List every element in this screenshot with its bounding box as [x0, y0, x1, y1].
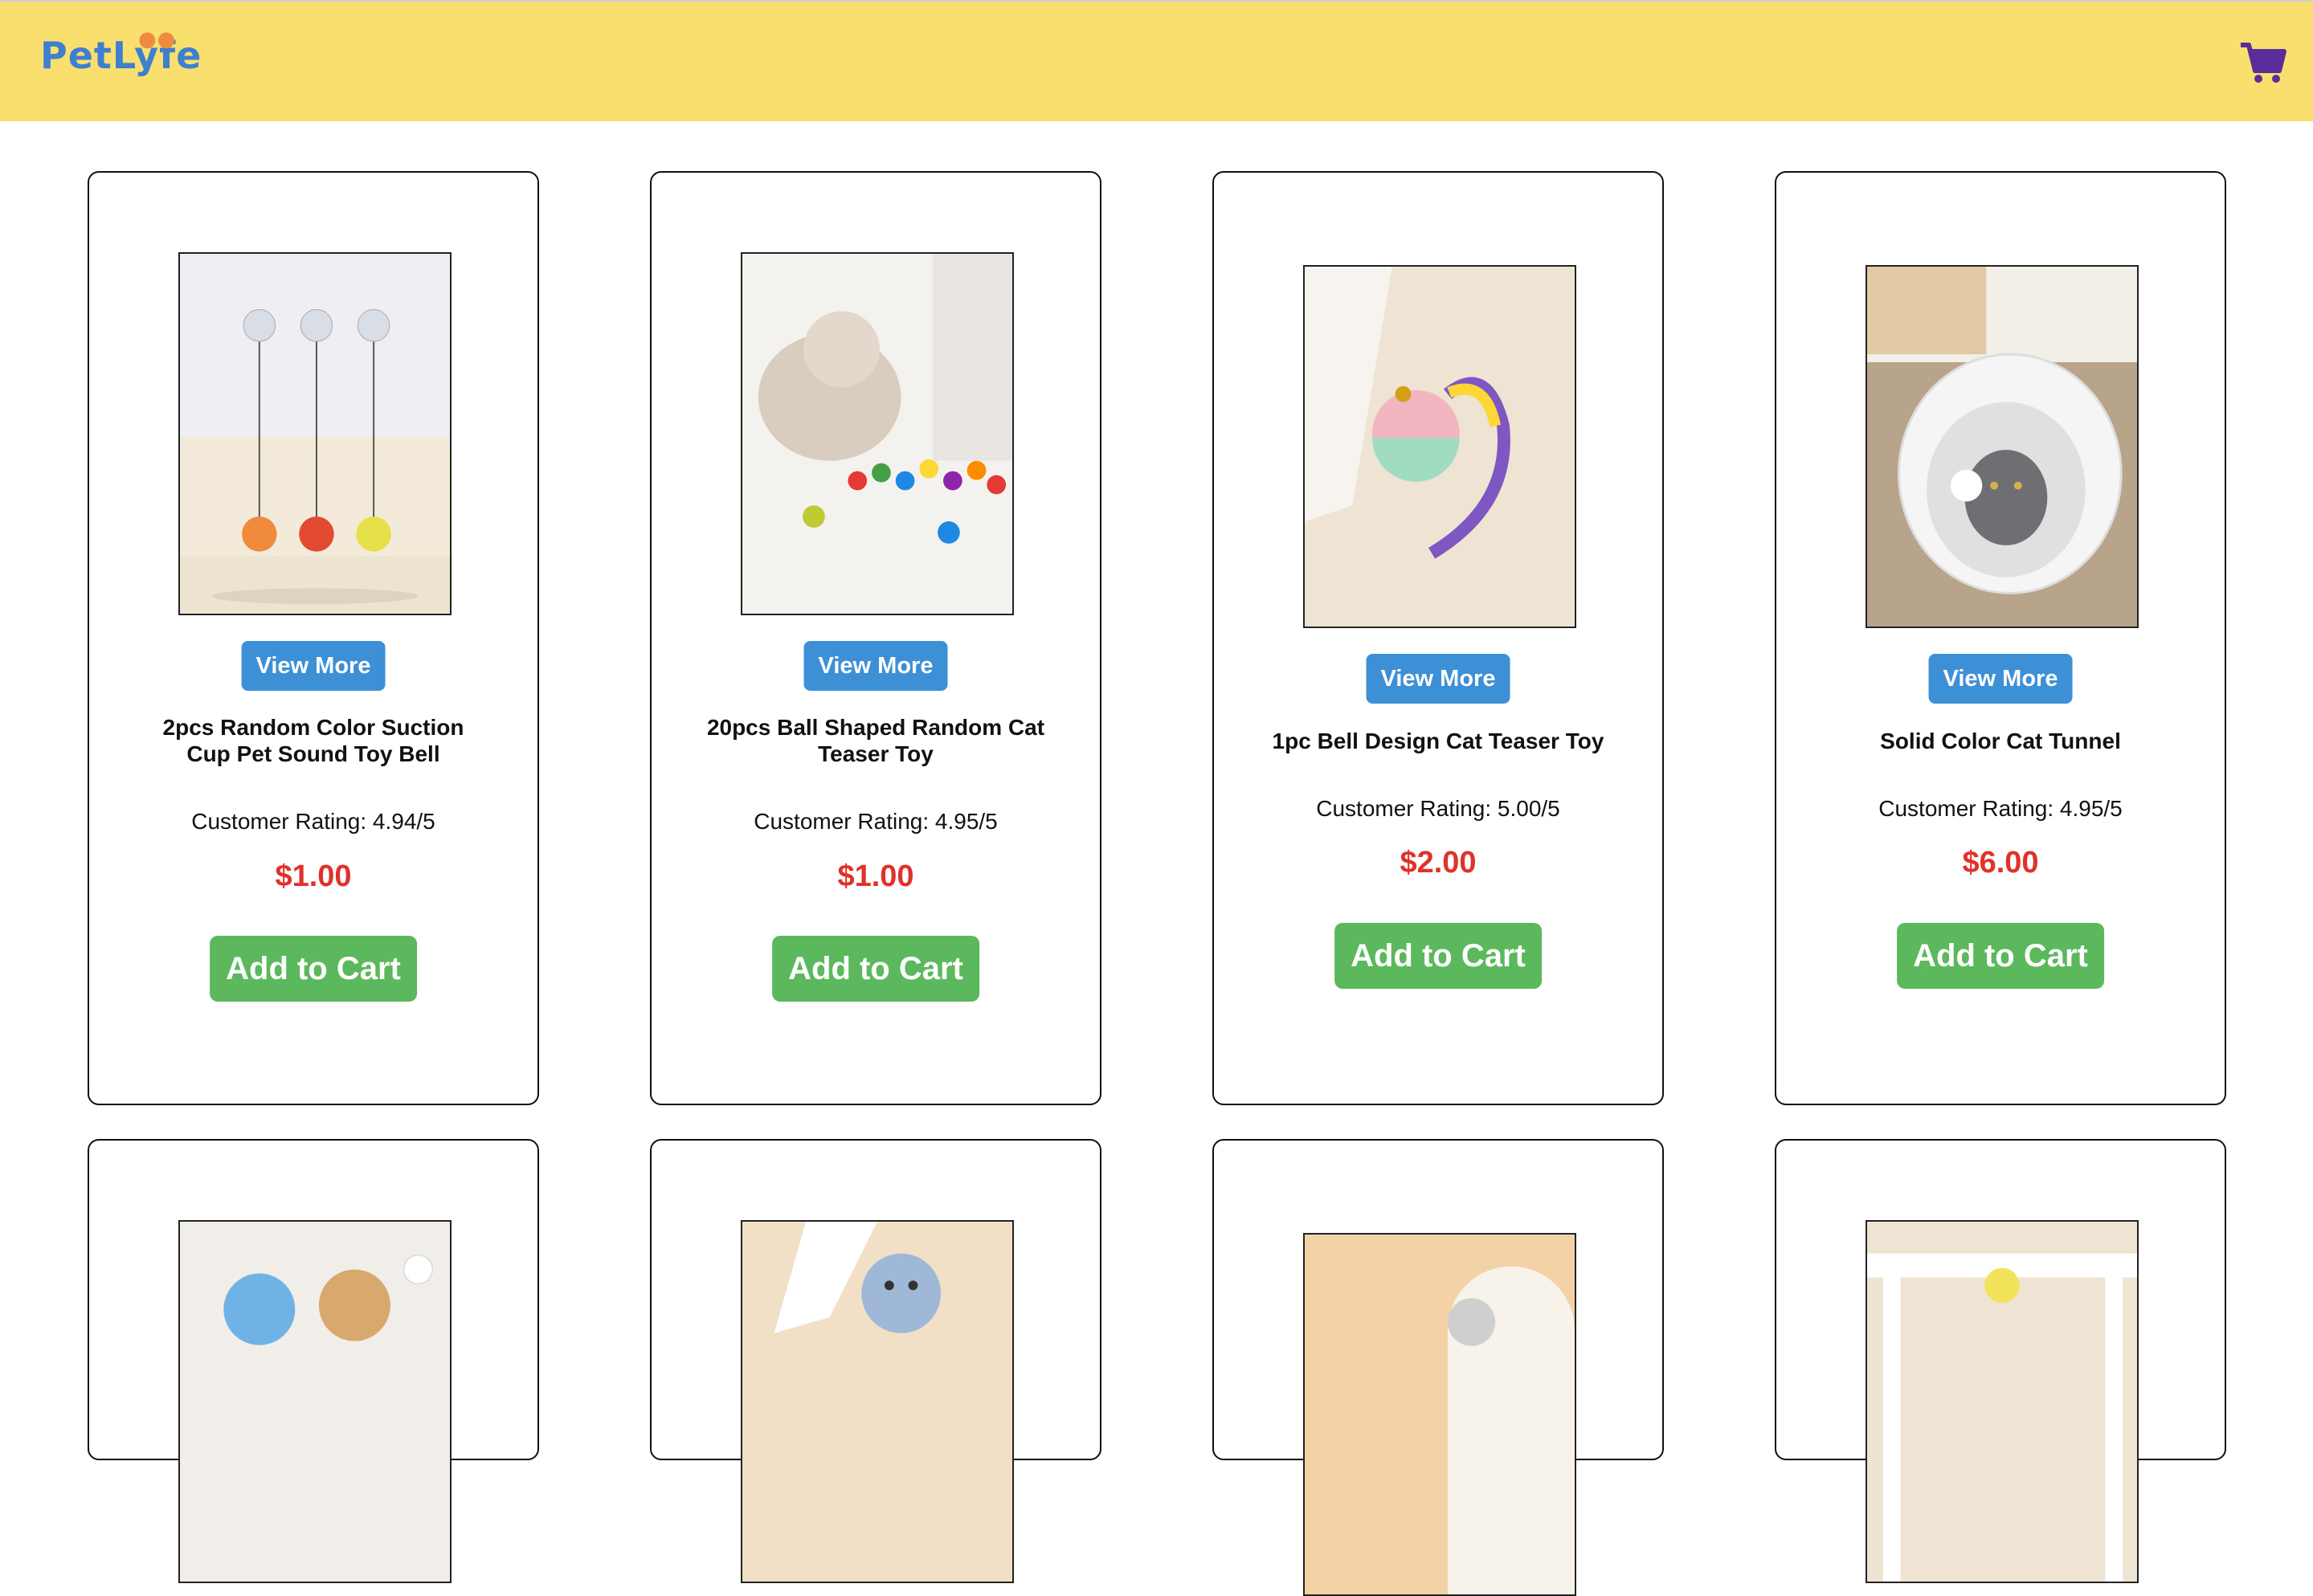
view-more-button[interactable]: View More: [1366, 654, 1510, 704]
add-to-cart-button[interactable]: Add to Cart: [1334, 923, 1542, 989]
customer-rating: Customer Rating: 5.00/5: [1316, 796, 1560, 821]
product-image[interactable]: [1866, 265, 2139, 628]
view-more-button[interactable]: View More: [1928, 654, 2073, 704]
product-price: $1.00: [837, 859, 914, 893]
product-image[interactable]: [1303, 1233, 1576, 1596]
paw-icon: ●●: [138, 27, 177, 51]
product-title: 2pcs Random Color Suction Cup Pet Sound …: [162, 715, 464, 766]
product-image[interactable]: [178, 1220, 452, 1583]
product-card: View More 1pc Bell Design Cat Teaser Toy…: [1212, 171, 1664, 1105]
product-title: 1pc Bell Design Cat Teaser Toy: [1272, 729, 1604, 753]
product-image[interactable]: [1303, 265, 1576, 628]
product-image[interactable]: [1866, 1220, 2139, 1583]
product-price: $1.00: [275, 859, 352, 893]
product-image[interactable]: [741, 1220, 1014, 1583]
product-card: View More Solid Color Cat Tunnel Custome…: [1775, 171, 2226, 1105]
petlyfe-logo[interactable]: PetLyfe ●●: [40, 27, 202, 77]
product-card: View More 20pcs Ball Shaped Random Cat T…: [650, 171, 1101, 1105]
product-image[interactable]: [178, 252, 452, 615]
product-card: [88, 1139, 539, 1583]
site-header: PetLyfe ●●: [0, 0, 2313, 121]
shopping-cart-icon[interactable]: [2239, 40, 2287, 85]
customer-rating: Customer Rating: 4.94/5: [191, 809, 435, 834]
add-to-cart-button[interactable]: Add to Cart: [1897, 923, 2104, 989]
product-card: View More 2pcs Random Color Suction Cup …: [88, 171, 539, 1105]
product-price: $6.00: [1962, 846, 2039, 880]
product-card: [1775, 1139, 2226, 1583]
add-to-cart-button[interactable]: Add to Cart: [772, 936, 979, 1002]
product-title: Solid Color Cat Tunnel: [1880, 729, 2121, 753]
add-to-cart-button[interactable]: Add to Cart: [210, 936, 417, 1002]
customer-rating: Customer Rating: 4.95/5: [754, 809, 998, 834]
product-card: [1212, 1139, 1664, 1596]
customer-rating: Customer Rating: 4.95/5: [1878, 796, 2123, 821]
product-card: [650, 1139, 1101, 1583]
product-title: 20pcs Ball Shaped Random Cat Teaser Toy: [706, 715, 1045, 766]
product-price: $2.00: [1400, 846, 1477, 880]
view-more-button[interactable]: View More: [241, 641, 386, 691]
product-image[interactable]: [741, 252, 1014, 615]
view-more-button[interactable]: View More: [803, 641, 948, 691]
